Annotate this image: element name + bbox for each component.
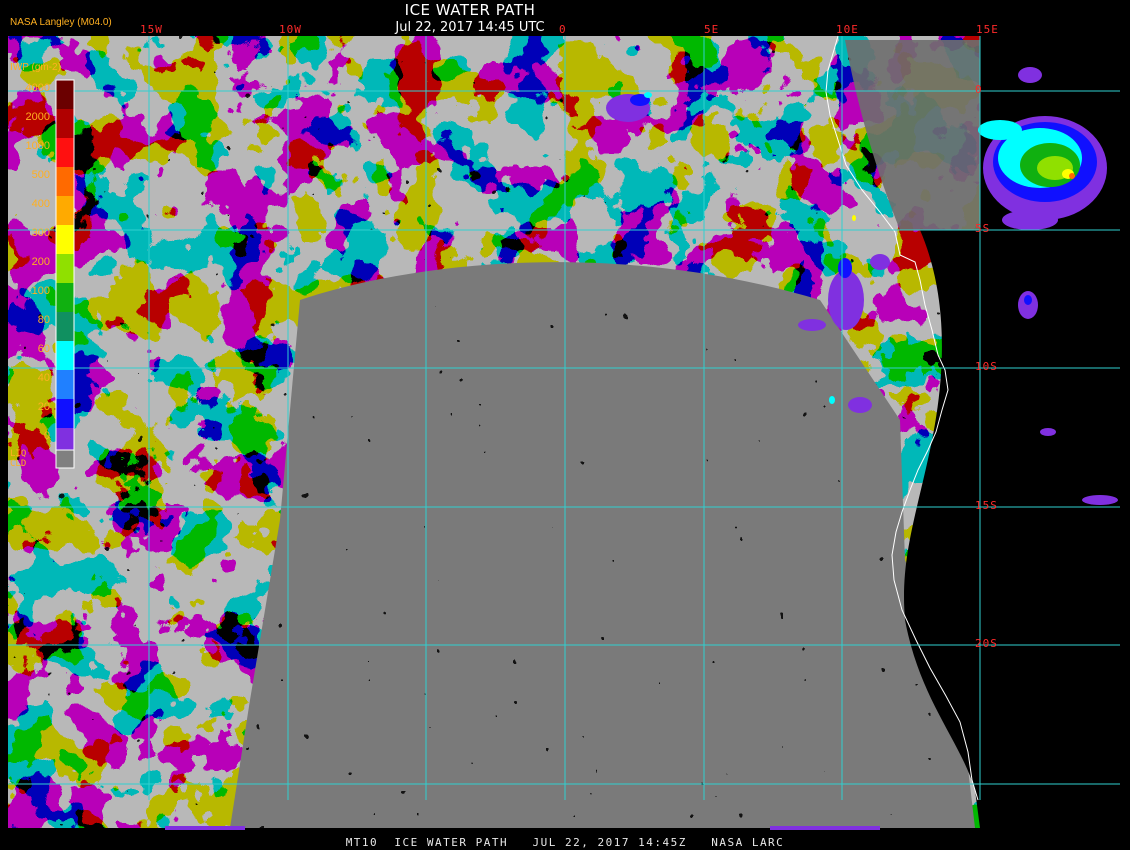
legend-swatch-300	[56, 225, 74, 254]
map-title: ICE WATER PATH	[404, 1, 536, 19]
lat-label-10s: 10S	[975, 360, 998, 373]
legend-label-80: 80	[37, 314, 50, 326]
cloud-field	[8, 36, 980, 828]
legend-label-400: 400	[31, 198, 50, 210]
legend-swatch-400	[56, 196, 74, 225]
lat-label-5s: 5S	[975, 222, 991, 235]
lon-label-5e: 5E	[704, 23, 720, 36]
legend-label-0: 0	[43, 430, 50, 442]
legend-label-40: 40	[37, 372, 50, 384]
liq-label: LIQ	[10, 449, 27, 459]
lat-label-15s: 15S	[975, 499, 998, 512]
lat-label-0: 0	[975, 83, 983, 96]
legend-swatch-60	[56, 341, 74, 370]
lon-label-15w: 15W	[140, 23, 163, 36]
legend-label-60: 60	[37, 343, 50, 355]
liq-cloud-swatch	[55, 449, 75, 469]
legend-swatch-20	[56, 399, 74, 428]
legend-unit-label: IWP (gm-2)	[10, 62, 61, 73]
legend-label-1000: 1000	[25, 140, 50, 152]
lon-label-15e: 15E	[976, 23, 999, 36]
legend-label-500: 500	[31, 169, 50, 181]
credit-label: NASA Langley (M04.0)	[10, 17, 112, 28]
legend-swatch-2000	[56, 109, 74, 138]
legend-label-2000: 2000	[25, 111, 50, 123]
legend-label-20: 20	[37, 401, 50, 413]
legend-swatch-4000	[56, 80, 74, 109]
lon-label-0: 0	[559, 23, 567, 36]
legend-swatch-100	[56, 283, 74, 312]
legend-label-4000: 4000	[25, 82, 50, 94]
lat-label-20s: 20S	[975, 637, 998, 650]
lon-label-10e: 10E	[836, 23, 859, 36]
lon-label-10w: 10W	[279, 23, 302, 36]
legend-swatch-80	[56, 312, 74, 341]
legend-swatch-500	[56, 167, 74, 196]
ice-water-path-map	[8, 35, 1130, 830]
legend-label-100: 100	[31, 285, 50, 297]
legend-label-200: 200	[31, 256, 50, 268]
legend-label-300: 300	[31, 227, 50, 239]
footer-caption: MT10 ICE WATER PATH JUL 22, 2017 14:45Z …	[345, 836, 785, 849]
legend-swatch-40	[56, 370, 74, 399]
cld-label: CLD	[10, 459, 27, 469]
iwp-color-legend	[55, 79, 75, 458]
legend-swatch-1000	[56, 138, 74, 167]
legend-swatch-200	[56, 254, 74, 283]
